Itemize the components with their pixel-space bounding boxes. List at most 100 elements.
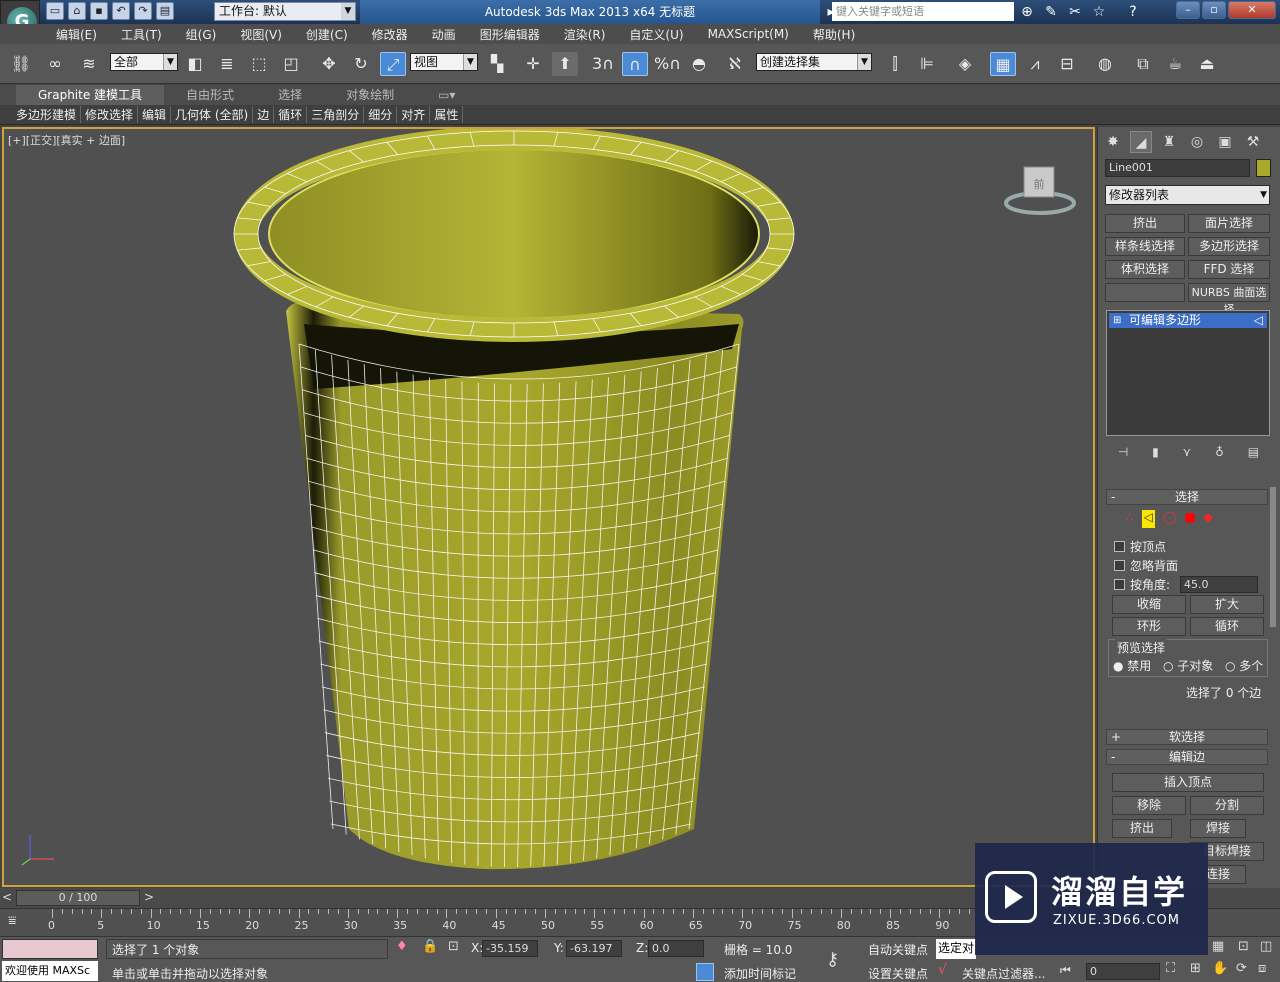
- display-tab-icon[interactable]: ▣: [1214, 131, 1236, 153]
- align-icon[interactable]: ⊫: [914, 52, 940, 76]
- rendered-frame-icon[interactable]: ☕: [1162, 52, 1188, 76]
- menu-maxscript[interactable]: MAXScript(M): [696, 27, 801, 41]
- view-cube[interactable]: 前: [1004, 159, 1084, 219]
- menu-animation[interactable]: 动画: [420, 26, 468, 43]
- redo-icon[interactable]: ↷: [134, 2, 152, 20]
- insert-vertex-button[interactable]: 插入顶点: [1112, 773, 1264, 792]
- orbit-icon[interactable]: ⟳: [1236, 961, 1247, 976]
- select-object-icon[interactable]: ◧: [182, 52, 208, 76]
- menu-help[interactable]: 帮助(H): [801, 26, 867, 43]
- tab-object-paint[interactable]: 对象绘制: [324, 85, 416, 105]
- polygon-level-icon[interactable]: ■: [1184, 510, 1195, 528]
- menu-create[interactable]: 创建(C): [294, 26, 360, 43]
- render-setup-icon[interactable]: ⧉: [1130, 52, 1156, 76]
- mirror-icon[interactable]: ⫿: [882, 52, 908, 76]
- z-coordinate[interactable]: 0.0: [648, 940, 704, 957]
- graphite-toggle-icon[interactable]: ▦: [990, 52, 1016, 76]
- save-file-icon[interactable]: ▪: [90, 2, 108, 20]
- panel-loops[interactable]: 循环: [274, 106, 308, 123]
- menu-tools[interactable]: 工具(T): [109, 26, 174, 43]
- maxscript-listener[interactable]: 欢迎使用 MAXSc: [2, 961, 98, 981]
- render-production-icon[interactable]: ⏏: [1194, 52, 1220, 76]
- selection-filter-dropdown[interactable]: 全部 ▼: [110, 53, 178, 71]
- auto-key-button[interactable]: 自动关键点: [868, 941, 928, 958]
- pivot-center-icon[interactable]: ▚: [484, 52, 510, 76]
- panel-subdivision[interactable]: 细分: [364, 106, 398, 123]
- curve-editor-icon[interactable]: ⩘: [1022, 52, 1048, 76]
- new-file-icon[interactable]: ▭: [46, 2, 64, 20]
- panel-tris[interactable]: 三角剖分: [307, 106, 365, 123]
- y-coordinate[interactable]: -63.197: [566, 940, 622, 957]
- extrude-modifier-button[interactable]: 挤出: [1105, 214, 1185, 233]
- utilities-tab-icon[interactable]: ⚒: [1242, 131, 1264, 153]
- absolute-mode-icon[interactable]: ⊡: [448, 939, 459, 954]
- project-folder-icon[interactable]: ▤: [156, 2, 174, 20]
- motion-tab-icon[interactable]: ◎: [1186, 131, 1208, 153]
- soft-selection-rollout-header[interactable]: + 软选择: [1106, 729, 1268, 745]
- nurbs-surface-select-button[interactable]: NURBS 曲面选择: [1188, 283, 1270, 316]
- undo-icon[interactable]: ↶: [112, 2, 130, 20]
- panel-edges[interactable]: 边: [253, 106, 275, 123]
- poly-select-button[interactable]: 多边形选择: [1188, 237, 1270, 256]
- configure-sets-icon[interactable]: ▤: [1248, 445, 1259, 461]
- schematic-view-icon[interactable]: ⊟: [1054, 52, 1080, 76]
- tab-graphite-modeling[interactable]: Graphite 建模工具: [16, 85, 165, 105]
- scale-icon[interactable]: ⤢: [380, 52, 406, 76]
- prev-frame-icon[interactable]: <: [2, 890, 14, 906]
- edit-named-selection-icon[interactable]: ℵ: [722, 52, 748, 76]
- material-editor-icon[interactable]: ◍: [1092, 52, 1118, 76]
- open-file-icon[interactable]: ⌂: [68, 2, 86, 20]
- modifier-stack[interactable]: 可编辑多边形 ⊞ ◁: [1106, 310, 1270, 436]
- current-frame-field[interactable]: 0: [1086, 963, 1160, 980]
- edge-level-icon[interactable]: ◁: [1141, 510, 1155, 528]
- weld-button[interactable]: 焊接: [1190, 819, 1246, 838]
- menu-modifiers[interactable]: 修改器: [360, 26, 420, 43]
- create-tab-icon[interactable]: ✸: [1102, 131, 1124, 153]
- empty-modifier-button[interactable]: [1105, 283, 1185, 302]
- move-icon[interactable]: ✥: [316, 52, 342, 76]
- window-crossing-icon[interactable]: ◰: [278, 52, 304, 76]
- loop-button[interactable]: 循环: [1190, 617, 1264, 636]
- ribbon-options-icon[interactable]: ▭▾: [416, 85, 477, 105]
- zoom-icon[interactable]: ▦: [1212, 939, 1224, 954]
- next-frame-icon[interactable]: >: [144, 890, 156, 906]
- panel-align[interactable]: 对齐: [397, 106, 431, 123]
- menu-edit[interactable]: 编辑(E): [44, 26, 109, 43]
- binoculars-icon[interactable]: ⊕: [1018, 3, 1036, 21]
- mini-curve-editor-icon[interactable]: ⩸: [8, 913, 34, 933]
- zoom-all-icon[interactable]: ⊡: [1238, 939, 1249, 954]
- modifier-list-dropdown[interactable]: 修改器列表 ▼: [1105, 185, 1270, 205]
- named-selection-sets-dropdown[interactable]: 创建选择集 ▼: [756, 53, 872, 71]
- key-icon[interactable]: ⚷: [826, 949, 839, 970]
- object-color-swatch[interactable]: [1256, 159, 1271, 177]
- zoom-region-icon[interactable]: ⊞: [1190, 961, 1201, 976]
- communication-icon[interactable]: ✂: [1066, 3, 1084, 21]
- panel-geometry-all[interactable]: 几何体 (全部): [171, 106, 254, 123]
- bind-spacewarp-icon[interactable]: ≋: [76, 52, 102, 76]
- time-tag-icon[interactable]: [696, 963, 714, 981]
- fov-icon[interactable]: ◫: [1260, 939, 1272, 954]
- grow-button[interactable]: 扩大: [1190, 595, 1264, 614]
- help-icon[interactable]: ?: [1124, 3, 1142, 21]
- panel-modify-selection[interactable]: 修改选择: [81, 106, 139, 123]
- menu-views[interactable]: 视图(V): [228, 26, 294, 43]
- spinner-snap-icon[interactable]: ◓: [686, 52, 712, 76]
- border-level-icon[interactable]: ◯: [1163, 510, 1176, 528]
- maxscript-listener-top[interactable]: [2, 939, 98, 959]
- show-end-result-icon[interactable]: ▮: [1152, 445, 1159, 461]
- maximize-viewport-icon[interactable]: ⧈: [1258, 961, 1266, 976]
- perspective-viewport[interactable]: [+][正交][真实 + 边面] 前: [2, 127, 1095, 887]
- layer-manager-icon[interactable]: ◈: [952, 52, 978, 76]
- set-key-button[interactable]: 设置关键点: [868, 965, 928, 982]
- unlink-icon[interactable]: ∞: [42, 52, 68, 76]
- menu-graph-editors[interactable]: 图形编辑器: [468, 26, 552, 43]
- panel-edit[interactable]: 编辑: [138, 106, 172, 123]
- panel-properties[interactable]: 属性: [430, 106, 464, 123]
- menu-group[interactable]: 组(G): [174, 26, 229, 43]
- panel-scrollbar[interactable]: [1270, 487, 1276, 627]
- select-by-name-icon[interactable]: ≣: [214, 52, 240, 76]
- pin-stack-icon[interactable]: ⊣: [1118, 445, 1128, 461]
- link-icon[interactable]: ⛓: [8, 52, 34, 76]
- search-input[interactable]: 键入关键字或短语: [832, 2, 1014, 21]
- cup-model[interactable]: [4, 129, 1093, 885]
